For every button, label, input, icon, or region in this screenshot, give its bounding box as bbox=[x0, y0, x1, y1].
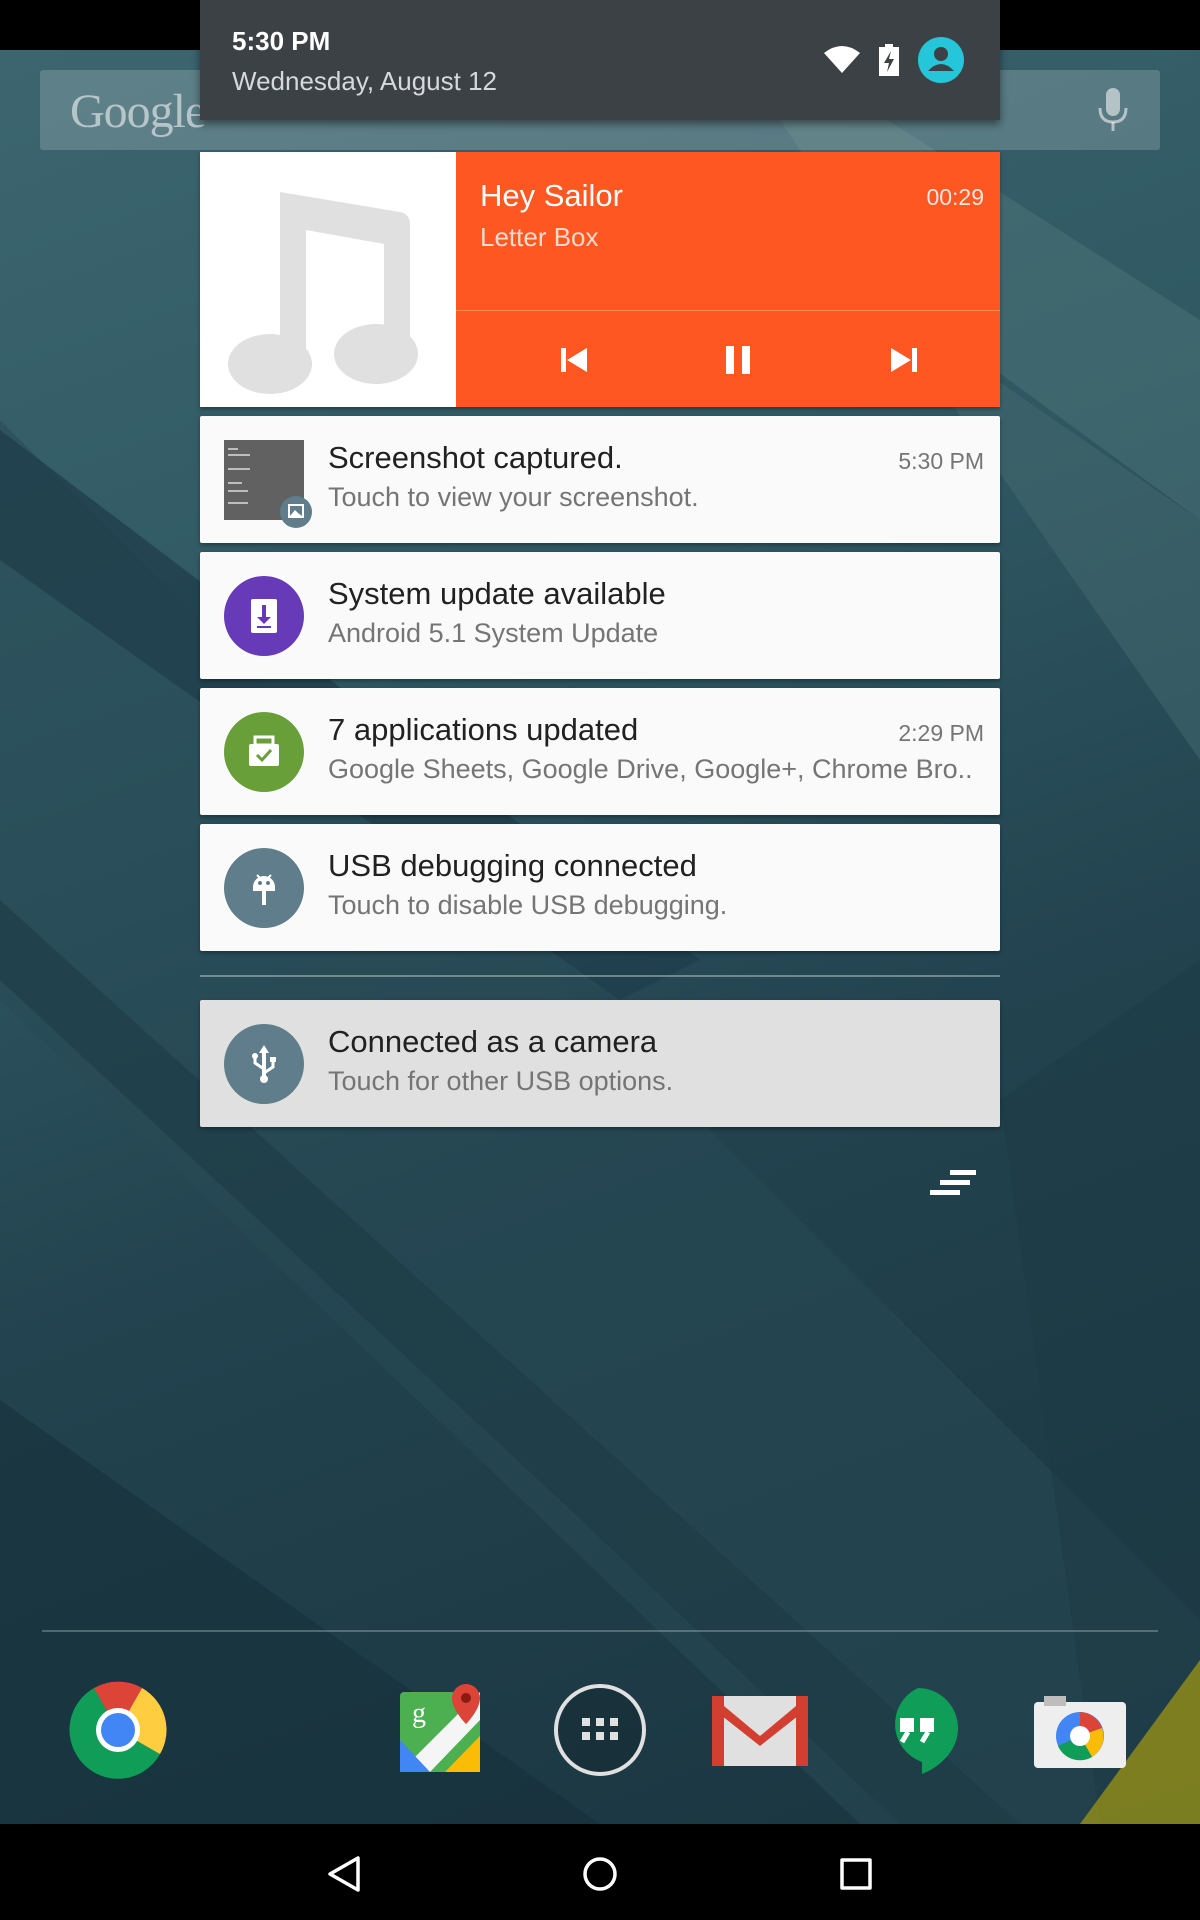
previous-button[interactable] bbox=[546, 332, 602, 388]
android-bug-glyph bbox=[253, 874, 275, 905]
screenshot-thumbnail bbox=[224, 440, 312, 528]
clock: 5:30 PM bbox=[232, 26, 331, 56]
notification-time: 2:29 PM bbox=[898, 720, 984, 746]
recents-button[interactable] bbox=[828, 1846, 884, 1902]
user-avatar-icon[interactable] bbox=[918, 37, 964, 83]
system-update-glyph bbox=[251, 599, 277, 633]
notification-subtitle: Android 5.1 System Update bbox=[328, 618, 659, 648]
briefcase-check-glyph bbox=[249, 735, 279, 766]
status-icons bbox=[824, 36, 964, 84]
android-debug-icon bbox=[224, 848, 304, 928]
notification-title: Connected as a camera bbox=[328, 1024, 658, 1059]
notification-usb-debugging[interactable]: USB debugging connected Touch to disable… bbox=[200, 824, 1000, 951]
home-icon bbox=[583, 1857, 617, 1891]
notification-subtitle: Touch to view your screenshot. bbox=[328, 482, 699, 512]
ongoing-divider bbox=[200, 975, 1000, 977]
wifi-icon bbox=[824, 46, 860, 73]
mic-icon[interactable] bbox=[1096, 86, 1130, 134]
recents-icon bbox=[840, 1858, 872, 1890]
app-drawer-icon[interactable] bbox=[550, 1680, 650, 1780]
next-button[interactable] bbox=[876, 332, 932, 388]
navigation-bar bbox=[0, 1824, 1200, 1920]
notification-subtitle: Google Sheets, Google Drive, Google+, Ch… bbox=[328, 754, 973, 784]
notification-usb-camera[interactable]: Connected as a camera Touch for other US… bbox=[200, 1000, 1000, 1127]
notification-subtitle: Touch for other USB options. bbox=[328, 1066, 674, 1096]
album-art bbox=[200, 152, 456, 407]
dock-divider bbox=[42, 1630, 1158, 1632]
notification-system-update[interactable]: System update available Android 5.1 Syst… bbox=[200, 552, 1000, 679]
usb-glyph bbox=[252, 1045, 276, 1083]
chrome-icon[interactable] bbox=[68, 1680, 168, 1780]
track-elapsed: 00:29 bbox=[926, 184, 984, 210]
usb-icon bbox=[224, 1024, 304, 1104]
quick-settings-header[interactable]: 5:30 PM Wednesday, August 12 bbox=[200, 0, 1000, 120]
track-title: Hey Sailor bbox=[480, 178, 623, 213]
notification-screenshot[interactable]: Screenshot captured. Touch to view your … bbox=[200, 416, 1000, 543]
media-divider bbox=[456, 310, 1000, 311]
google-logo: Google bbox=[70, 85, 206, 138]
back-icon bbox=[328, 1856, 360, 1892]
maps-icon[interactable]: g bbox=[390, 1680, 490, 1780]
notification-title: Screenshot captured. bbox=[328, 440, 623, 475]
notification-title: System update available bbox=[328, 576, 666, 611]
pause-icon bbox=[726, 346, 750, 374]
date: Wednesday, August 12 bbox=[232, 66, 498, 96]
clear-all-icon[interactable] bbox=[922, 1162, 982, 1206]
play-store-update-icon bbox=[224, 712, 304, 792]
notification-apps-updated[interactable]: 7 applications updated Google Sheets, Go… bbox=[200, 688, 1000, 815]
back-button[interactable] bbox=[316, 1846, 372, 1902]
gmail-icon[interactable] bbox=[710, 1680, 810, 1780]
pause-button[interactable] bbox=[710, 332, 766, 388]
home-button[interactable] bbox=[572, 1846, 628, 1902]
notification-title: 7 applications updated bbox=[328, 712, 639, 747]
notification-title: USB debugging connected bbox=[328, 848, 697, 883]
battery-charging-icon bbox=[879, 44, 899, 76]
hangouts-icon[interactable] bbox=[868, 1680, 968, 1780]
next-icon bbox=[891, 348, 917, 372]
media-notification[interactable]: Hey Sailor Letter Box 00:29 bbox=[200, 152, 1000, 407]
music-note-icon bbox=[228, 192, 418, 394]
camera-icon[interactable] bbox=[1030, 1680, 1130, 1780]
notification-time: 5:30 PM bbox=[898, 448, 984, 474]
system-update-icon bbox=[224, 576, 304, 656]
svg-text:g: g bbox=[412, 1698, 426, 1729]
track-artist: Letter Box bbox=[480, 222, 599, 252]
notification-subtitle: Touch to disable USB debugging. bbox=[328, 890, 728, 920]
media-controls-panel: Hey Sailor Letter Box 00:29 bbox=[456, 152, 1000, 407]
previous-icon bbox=[561, 348, 587, 372]
